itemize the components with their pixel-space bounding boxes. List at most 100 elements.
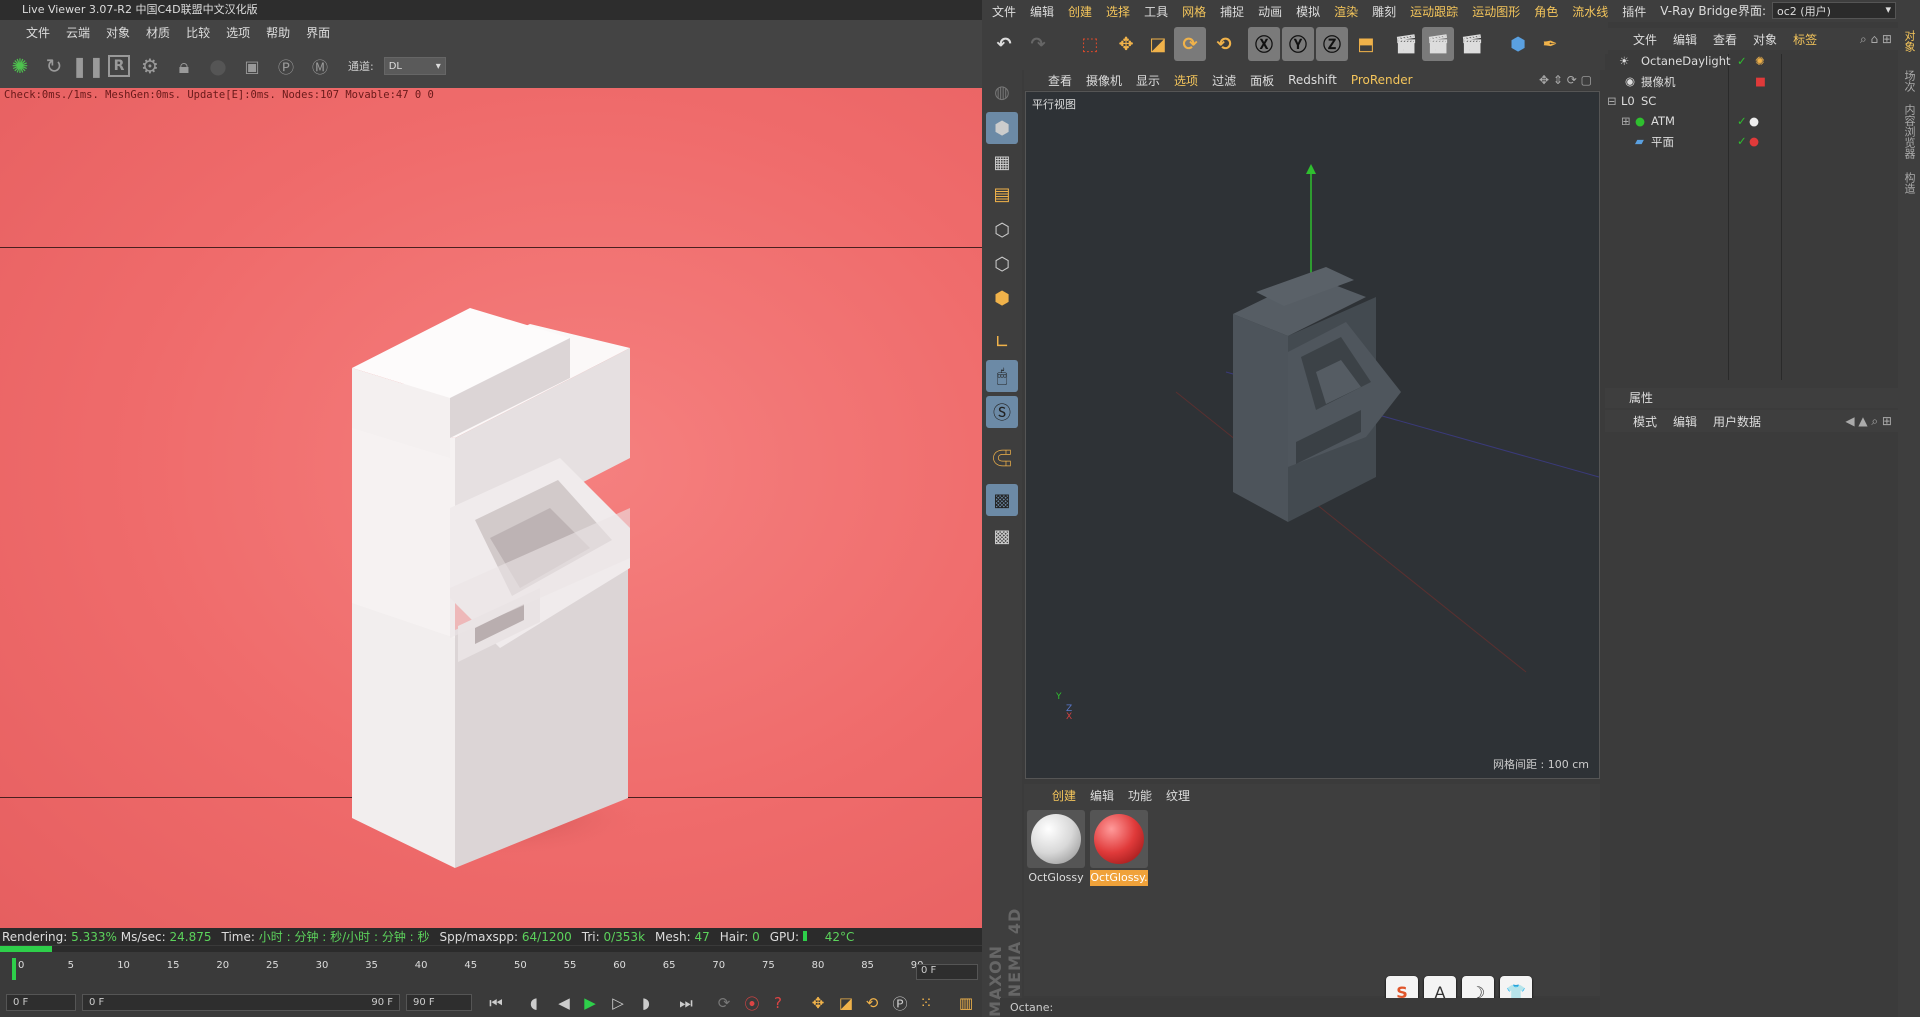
coordinate-system-icon[interactable]: ⬒ <box>1350 27 1382 61</box>
next-key-icon[interactable]: ◗ <box>634 991 658 1015</box>
layout-select[interactable]: oc2 (用户) ▾ <box>1772 2 1896 19</box>
vp-menu-options[interactable]: 选项 <box>1174 72 1198 89</box>
3d-viewport[interactable]: 平行视图 Y Z X 网格间距 : 100 cm <box>1025 91 1600 779</box>
restart-render-icon[interactable]: ↻ <box>40 52 68 80</box>
vp-menu-display[interactable]: 显示 <box>1136 72 1160 89</box>
edges-mode-icon[interactable]: ⬡ <box>986 248 1018 280</box>
clay-mode-icon[interactable]: ▣ <box>238 52 266 80</box>
octane-logo-icon[interactable]: ✺ <box>6 52 34 80</box>
expand-icon[interactable]: ⊞ <box>1621 114 1631 128</box>
channel-select[interactable]: DL ▾ <box>383 57 446 75</box>
pause-icon[interactable]: ❚❚ <box>71 52 105 80</box>
visibility-check-icon[interactable]: ✓ <box>1737 114 1747 128</box>
material-tag-icon[interactable]: ● <box>1749 114 1759 128</box>
obj-menu-view[interactable]: 查看 <box>1713 31 1737 48</box>
lv-menu-compare[interactable]: 比较 <box>186 24 210 41</box>
tweak-mode-icon[interactable]: 🖱︎ <box>986 360 1018 392</box>
vp-menu-view[interactable]: 查看 <box>1048 72 1072 89</box>
vp-menu-redshift[interactable]: Redshift <box>1288 73 1337 87</box>
auto-key-icon[interactable]: ? <box>766 991 790 1015</box>
vp-menu-prorender[interactable]: ProRender <box>1351 73 1413 87</box>
redo-icon[interactable]: ↷ <box>1022 27 1054 61</box>
attr-menu-userdata[interactable]: 用户数据 <box>1713 413 1761 430</box>
y-axis-lock-icon[interactable]: Ⓨ <box>1282 27 1314 61</box>
timeline-layout-icon[interactable]: ▥ <box>954 991 978 1015</box>
scale-tool-icon[interactable]: ◪ <box>1142 27 1174 61</box>
c4d-menu-pipeline[interactable]: 流水线 <box>1572 3 1608 20</box>
lv-menu-file[interactable]: 文件 <box>26 24 50 41</box>
workplane-lock-icon[interactable]: ▩ <box>986 484 1018 516</box>
object-row[interactable]: ⊟ L0 SC <box>1605 94 1898 113</box>
c4d-menu-vray[interactable]: V-Ray Bridge <box>1660 4 1737 18</box>
mat-menu-function[interactable]: 功能 <box>1128 787 1152 804</box>
lv-menu-object[interactable]: 对象 <box>106 24 130 41</box>
record-icon[interactable]: ● <box>204 52 232 80</box>
lv-menu-options[interactable]: 选项 <box>226 24 250 41</box>
key-move-icon[interactable]: ✥ <box>806 991 830 1015</box>
texture-mode-icon[interactable]: ▦ <box>986 146 1018 178</box>
c4d-menu-tools[interactable]: 工具 <box>1144 3 1168 20</box>
undo-icon[interactable]: ↶ <box>988 27 1020 61</box>
c4d-menu-edit[interactable]: 编辑 <box>1030 3 1054 20</box>
octane-tag-icon[interactable]: ✺ <box>1755 54 1765 68</box>
render-view-icon[interactable]: 🎬︎ <box>1390 27 1422 61</box>
playhead[interactable] <box>12 958 16 980</box>
render-settings-icon[interactable]: 🎬︎ <box>1456 27 1488 61</box>
camera-tag-icon[interactable]: ■ <box>1755 74 1766 88</box>
obj-menu-objects[interactable]: 对象 <box>1753 31 1777 48</box>
recent-tool-icon[interactable]: ⟲ <box>1208 27 1240 61</box>
mat-menu-create[interactable]: 创建 <box>1052 787 1076 804</box>
pick-focus-icon[interactable]: Ⓟ <box>272 52 300 80</box>
rotate-tool-icon[interactable]: ⟳ <box>1174 27 1206 61</box>
obj-menu-edit[interactable]: 编辑 <box>1673 31 1697 48</box>
visibility-check-icon[interactable]: ✓ <box>1737 54 1747 68</box>
frame-range-slider[interactable]: 0 F 90 F <box>82 994 400 1011</box>
record-keys-icon[interactable]: ⦿ <box>740 991 764 1015</box>
c4d-menu-plugins[interactable]: 插件 <box>1622 3 1646 20</box>
settings-gear-icon[interactable]: ⚙ <box>136 52 164 80</box>
c4d-menu-render[interactable]: 渲染 <box>1334 3 1358 20</box>
attr-menu-edit[interactable]: 编辑 <box>1673 413 1697 430</box>
x-axis-lock-icon[interactable]: Ⓧ <box>1248 27 1280 61</box>
c4d-menu-create[interactable]: 创建 <box>1068 3 1092 20</box>
key-param-icon[interactable]: Ⓟ <box>888 991 912 1015</box>
next-frame-icon[interactable]: ▷ <box>606 991 630 1015</box>
side-tab-content-browser[interactable]: 内容浏览器 <box>1901 104 1917 159</box>
z-axis-lock-icon[interactable]: Ⓩ <box>1316 27 1348 61</box>
model-mode-icon[interactable]: ⬢ <box>986 112 1018 144</box>
render-picture-viewer-icon[interactable]: 🎬︎ <box>1422 27 1454 61</box>
pen-tool-icon[interactable]: ✒ <box>1534 27 1566 61</box>
vp-menu-filter[interactable]: 过滤 <box>1212 72 1236 89</box>
c4d-menu-character[interactable]: 角色 <box>1534 3 1558 20</box>
c4d-menu-animate[interactable]: 动画 <box>1258 3 1282 20</box>
side-tab-structure[interactable]: 构造 <box>1901 172 1917 194</box>
c4d-menu-file[interactable]: 文件 <box>992 3 1016 20</box>
viewport-nav-icons[interactable]: ✥ ⇕ ⟳ ▢ <box>1539 73 1592 87</box>
points-mode-icon[interactable]: ⬡ <box>986 214 1018 246</box>
lock-icon[interactable]: 🔒︎ <box>170 52 198 80</box>
pick-material-icon[interactable]: Ⓜ <box>306 52 334 80</box>
mat-menu-edit[interactable]: 编辑 <box>1090 787 1114 804</box>
side-tab-objects[interactable]: 对象 <box>1901 30 1917 52</box>
c4d-menu-mograph[interactable]: 运动图形 <box>1472 3 1520 20</box>
key-rotate-icon[interactable]: ⟲ <box>860 991 884 1015</box>
object-row[interactable]: ◉ 摄像机 ■ <box>1605 74 1898 93</box>
lv-menu-material[interactable]: 材质 <box>146 24 170 41</box>
start-frame-field[interactable]: 0 F <box>6 994 76 1011</box>
cube-primitive-icon[interactable]: ⬢ <box>1502 27 1534 61</box>
live-selection-icon[interactable]: ⬚ <box>1074 27 1106 61</box>
go-to-start-icon[interactable]: ⏮ <box>484 991 508 1015</box>
search-icon[interactable]: ⌕ ⌂ ⊞ <box>1860 32 1892 47</box>
key-grid-icon[interactable]: ⁙ <box>914 991 938 1015</box>
polygons-mode-icon[interactable]: ⬢ <box>986 282 1018 314</box>
workplane-mode-icon[interactable]: ▤ <box>986 178 1018 210</box>
c4d-menu-simulate[interactable]: 模拟 <box>1296 3 1320 20</box>
material-tag-icon[interactable]: ● <box>1749 134 1759 148</box>
object-row[interactable]: ▰ 平面 ✓ ● <box>1605 134 1898 153</box>
region-render-icon[interactable]: R <box>108 55 130 77</box>
material-thumbnail[interactable]: OctGlossy <box>1027 810 1085 890</box>
mat-menu-texture[interactable]: 纹理 <box>1166 787 1190 804</box>
vp-menu-cameras[interactable]: 摄像机 <box>1086 72 1122 89</box>
timeline-ruler[interactable]: 051015202530354045505560657075808590 0 F <box>0 958 982 984</box>
make-editable-icon[interactable]: ◍ <box>986 76 1018 108</box>
